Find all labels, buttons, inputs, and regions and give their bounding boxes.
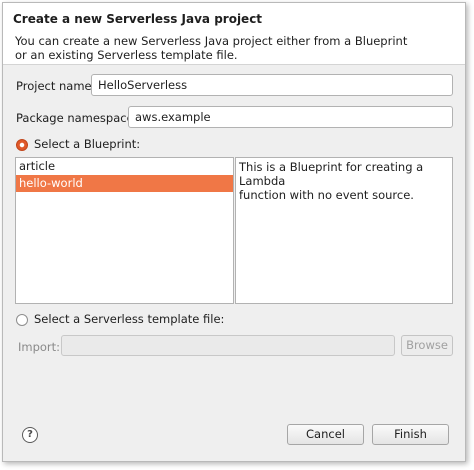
dialog-title: Create a new Serverless Java project (13, 12, 263, 26)
project-name-input[interactable] (91, 74, 453, 96)
blueprint-list[interactable]: article hello-world (15, 157, 234, 304)
select-template-label[interactable]: Select a Serverless template file: (34, 312, 224, 326)
import-label: Import: (18, 340, 61, 354)
finish-button[interactable]: Finish (372, 424, 449, 445)
blueprint-list-item-article[interactable]: article (16, 158, 233, 175)
select-template-radio[interactable] (16, 314, 28, 326)
browse-button[interactable]: Browse (401, 335, 453, 356)
new-serverless-project-dialog: Create a new Serverless Java project You… (2, 2, 466, 462)
blueprint-list-item-hello-world[interactable]: hello-world (16, 175, 233, 192)
dialog-description: You can create a new Serverless Java pro… (15, 34, 407, 62)
project-name-label: Project name: (16, 79, 96, 93)
dialog-header: Create a new Serverless Java project You… (3, 3, 465, 65)
package-namespace-label: Package namespace: (16, 111, 138, 125)
blueprint-description-line-2: function with no event source. (239, 188, 414, 202)
package-namespace-input[interactable] (128, 106, 453, 128)
blueprint-description-line-1: This is a Blueprint for creating a Lambd… (239, 160, 424, 188)
import-path-input[interactable] (61, 335, 395, 356)
help-question-icon[interactable]: ? (22, 427, 38, 443)
blueprint-description: This is a Blueprint for creating a Lambd… (235, 157, 453, 304)
select-blueprint-label[interactable]: Select a Blueprint: (34, 137, 140, 151)
select-blueprint-radio[interactable] (16, 139, 28, 151)
dialog-description-line-1: You can create a new Serverless Java pro… (15, 34, 408, 48)
dialog-description-line-2: or an existing Serverless template file. (15, 48, 238, 62)
cancel-button[interactable]: Cancel (287, 424, 364, 445)
